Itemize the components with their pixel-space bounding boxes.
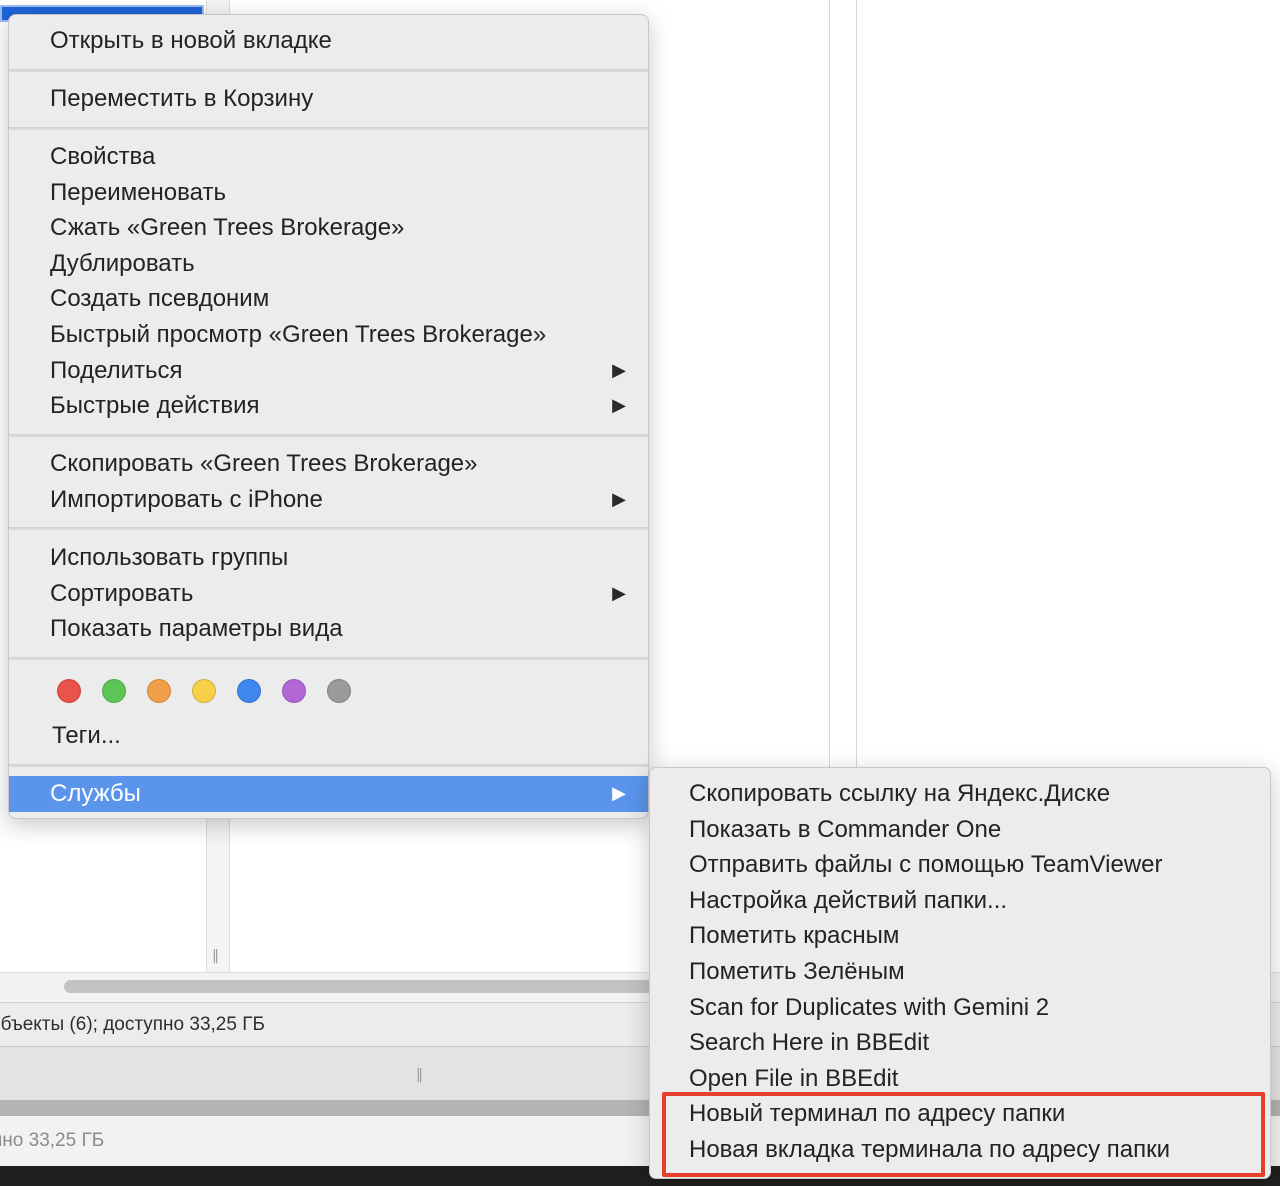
menu-item-open-new-tab[interactable]: Открыть в новой вкладке: [9, 23, 648, 59]
menu-separator: [9, 527, 648, 530]
menu-item-label: Отправить файлы с помощью TeamViewer: [689, 851, 1163, 879]
blue-tag-dot-icon[interactable]: [237, 679, 261, 703]
menu-separator: [9, 657, 648, 660]
context-menu: Открыть в новой вкладке Переместить в Ко…: [8, 14, 649, 819]
menu-separator: [9, 69, 648, 72]
annotation-highlight-box: [662, 1092, 1265, 1177]
submenu-item-gemini-duplicates[interactable]: Scan for Duplicates with Gemini 2: [650, 990, 1270, 1026]
menu-item-label: Показать в Commander One: [689, 815, 1002, 843]
menu-item-label: Использовать группы: [50, 544, 289, 571]
menu-item-label: Пометить красным: [689, 922, 900, 950]
menu-item-share[interactable]: Поделиться ▶: [9, 353, 648, 389]
red-tag-dot-icon[interactable]: [57, 679, 81, 703]
submenu-item-send-teamviewer[interactable]: Отправить файлы с помощью TeamViewer: [650, 847, 1270, 883]
menu-item-move-to-trash[interactable]: Переместить в Корзину: [9, 81, 648, 117]
menu-separator: [9, 127, 648, 130]
menu-item-import-from-iphone[interactable]: Импортировать с iPhone ▶: [9, 482, 648, 518]
menu-item-label: Open File in BBEdit: [689, 1064, 899, 1092]
submenu-item-mark-green[interactable]: Пометить Зелёным: [650, 954, 1270, 990]
menu-item-label: Сортировать: [50, 579, 194, 607]
menu-item-label: Сжать «Green Trees Brokerage»: [50, 214, 405, 242]
submenu-arrow-icon: ▶: [612, 395, 626, 417]
submenu-arrow-icon: ▶: [612, 359, 626, 381]
menu-item-show-view-options[interactable]: Показать параметры вида: [9, 611, 648, 647]
menu-item-services[interactable]: Службы ▶: [9, 776, 648, 812]
menu-item-get-info[interactable]: Свойства: [9, 139, 648, 175]
menu-item-label: Переименовать: [50, 178, 226, 206]
menu-item-label: Службы: [50, 780, 141, 807]
purple-tag-dot-icon[interactable]: [282, 679, 306, 703]
gray-tag-dot-icon[interactable]: [327, 679, 351, 703]
menu-item-label: Свойства: [50, 143, 156, 170]
submenu-item-mark-red[interactable]: Пометить красным: [650, 918, 1270, 954]
menu-item-label: Импортировать с iPhone: [50, 485, 323, 513]
menu-item-label: Scan for Duplicates with Gemini 2: [689, 993, 1050, 1021]
menu-item-copy[interactable]: Скопировать «Green Trees Brokerage»: [9, 446, 648, 482]
menu-item-label: Поделиться: [50, 356, 183, 384]
menu-item-make-alias[interactable]: Создать псевдоним: [9, 281, 648, 317]
submenu-arrow-icon: ▶: [612, 582, 626, 604]
menu-item-quick-actions[interactable]: Быстрые действия ▶: [9, 388, 648, 424]
grip-icon: ‖: [212, 948, 219, 964]
menu-item-label: Быстрые действия: [50, 392, 260, 420]
menu-item-label: Search Here in BBEdit: [689, 1029, 930, 1057]
menu-item-duplicate[interactable]: Дублировать: [9, 246, 648, 282]
menu-item-label: Скопировать «Green Trees Brokerage»: [50, 450, 478, 477]
menu-item-quick-look[interactable]: Быстрый просмотр «Green Trees Brokerage»: [9, 317, 648, 353]
menu-item-label: Теги...: [52, 722, 121, 749]
menu-item-sort[interactable]: Сортировать ▶: [9, 576, 648, 612]
submenu-arrow-icon: ▶: [612, 488, 626, 510]
submenu-item-bbedit-search[interactable]: Search Here in BBEdit: [650, 1025, 1270, 1061]
yellow-tag-dot-icon[interactable]: [192, 679, 216, 703]
menu-separator: [9, 434, 648, 437]
grip-icon: ‖: [416, 1067, 423, 1083]
menu-item-tags[interactable]: Теги...: [9, 718, 648, 754]
orange-tag-dot-icon[interactable]: [147, 679, 171, 703]
menu-item-label: Показать параметры вида: [50, 615, 343, 643]
menu-item-label: Открыть в новой вкладке: [50, 27, 332, 54]
submenu-arrow-icon: ▶: [612, 783, 626, 804]
menu-item-label: Быстрый просмотр «Green Trees Brokerage»: [50, 321, 547, 348]
horizontal-scrollbar-thumb[interactable]: [64, 980, 664, 993]
menu-item-rename[interactable]: Переименовать: [9, 175, 648, 211]
menu-item-label: Настройка действий папки...: [689, 886, 1008, 914]
menu-item-label: Переместить в Корзину: [50, 85, 314, 112]
status-bar-text: объекты (6); доступно 33,25 ГБ: [0, 1014, 265, 1035]
submenu-item-show-in-commander-one[interactable]: Показать в Commander One: [650, 812, 1270, 848]
menu-item-label: Скопировать ссылку на Яндекс.Диске: [689, 780, 1111, 807]
status-bar-text: пно 33,25 ГБ: [0, 1130, 105, 1151]
menu-separator: [9, 764, 648, 767]
menu-item-compress[interactable]: Сжать «Green Trees Brokerage»: [9, 210, 648, 246]
submenu-item-yandex-disk-link[interactable]: Скопировать ссылку на Яндекс.Диске: [650, 776, 1270, 812]
submenu-item-folder-actions-setup[interactable]: Настройка действий папки...: [650, 883, 1270, 919]
menu-item-label: Дублировать: [50, 249, 195, 277]
green-tag-dot-icon[interactable]: [102, 679, 126, 703]
menu-item-use-groups[interactable]: Использовать группы: [9, 540, 648, 576]
menu-item-label: Создать псевдоним: [50, 285, 270, 313]
menu-item-label: Пометить Зелёным: [689, 958, 905, 985]
